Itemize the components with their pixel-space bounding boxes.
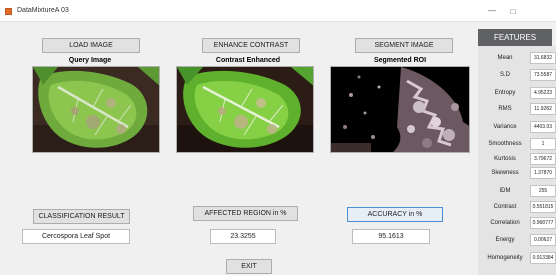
query-image-caption: Query Image xyxy=(68,57,112,64)
feature-value: 1.37870 xyxy=(530,167,556,179)
feature-row-mean: Mean 31.6832 xyxy=(478,51,556,65)
feature-row-homogeneity: Homogeneity 0.913384 xyxy=(478,251,556,265)
feature-row-contrast: Contrast 0.551815 xyxy=(478,200,556,214)
feature-row-rms: RMS 11.9282 xyxy=(478,102,556,116)
feature-label: Energy xyxy=(495,237,515,243)
feature-row-smoothness: Smoothness 1 xyxy=(478,137,556,151)
segment-image-button[interactable]: SEGMENT IMAGE xyxy=(355,38,453,53)
feature-label: Correlation xyxy=(490,220,520,226)
feature-row-sd: S.D 73.5587 xyxy=(478,68,556,82)
title-bar: DataMixtureA 03 — □ xyxy=(0,0,556,22)
feature-value: 31.6832 xyxy=(530,52,556,64)
features-header: FEATURES xyxy=(478,29,552,46)
feature-label: Mean xyxy=(497,55,513,61)
feature-label: IDM xyxy=(499,188,511,194)
feature-row-variance: Variance 4403.03 xyxy=(478,120,556,134)
load-image-button[interactable]: LOAD IMAGE xyxy=(42,38,140,53)
feature-value: 0.968777 xyxy=(530,217,556,229)
minimize-icon[interactable]: — xyxy=(486,7,498,17)
accuracy-button[interactable]: ACCURACY in % xyxy=(347,207,443,222)
feature-value: 4.95223 xyxy=(530,87,556,99)
feature-label: Contrast xyxy=(493,204,517,210)
affected-region-output: 23.3255 xyxy=(210,229,276,244)
app-icon xyxy=(5,8,12,15)
feature-label: Skewness xyxy=(491,170,519,176)
feature-value: 11.9282 xyxy=(530,103,556,115)
feature-value: 0.00627 xyxy=(530,234,556,246)
feature-row-kurtosis: Kurtosis 3.79672 xyxy=(478,152,556,166)
enhance-contrast-button[interactable]: ENHANCE CONTRAST xyxy=(202,38,300,53)
segmented-roi-caption: Segmented ROI xyxy=(373,57,427,64)
feature-row-entropy: Entropy 4.95223 xyxy=(478,86,556,100)
feature-label: Kurtosis xyxy=(494,156,516,162)
feature-label: Entropy xyxy=(494,90,516,96)
maximize-icon[interactable]: □ xyxy=(507,7,519,17)
feature-value: 255 xyxy=(530,185,556,197)
segmented-roi-image xyxy=(330,66,470,153)
feature-value: 4403.03 xyxy=(530,121,556,133)
feature-value: 1 xyxy=(530,138,556,150)
feature-label: Homogeneity xyxy=(487,255,523,261)
feature-row-energy: Energy 0.00627 xyxy=(478,233,556,247)
feature-row-correlation: Correlation 0.968777 xyxy=(478,216,556,230)
query-image xyxy=(32,66,160,153)
feature-value: 0.551815 xyxy=(530,201,556,213)
contrast-enhanced-image xyxy=(176,66,314,153)
classification-output: Cercospora Leaf Spot xyxy=(22,229,130,244)
feature-value: 3.79672 xyxy=(530,153,556,165)
feature-label: Variance xyxy=(493,124,517,130)
classification-result-button[interactable]: CLASSIFICATION RESULT xyxy=(33,209,130,224)
feature-row-skewness: Skewness 1.37870 xyxy=(478,166,556,180)
feature-label: RMS xyxy=(498,106,512,112)
exit-button[interactable]: EXIT xyxy=(226,259,272,274)
feature-value: 0.913384 xyxy=(530,252,556,264)
feature-label: S.D xyxy=(499,72,510,78)
window-title: DataMixtureA 03 xyxy=(17,7,69,14)
accuracy-output: 95.1613 xyxy=(352,229,430,244)
contrast-enhanced-caption: Contrast Enhanced xyxy=(215,57,281,64)
feature-value: 73.5587 xyxy=(530,69,556,81)
feature-row-idm: IDM 255 xyxy=(478,184,556,198)
affected-region-button[interactable]: AFFECTED REGION in % xyxy=(193,206,298,221)
feature-label: Smoothness xyxy=(488,141,522,147)
